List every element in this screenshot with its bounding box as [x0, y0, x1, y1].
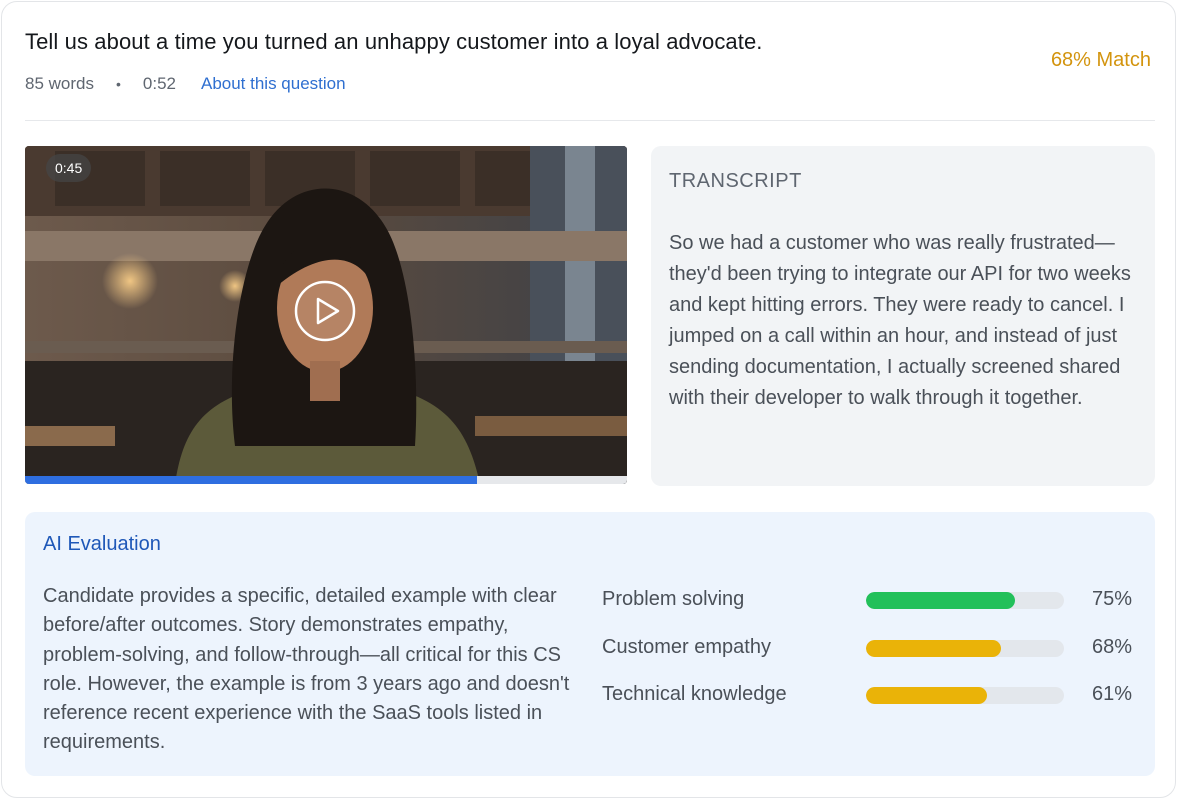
metric-percent: 68%: [1091, 636, 1132, 658]
metric-bar-track: [866, 592, 1064, 609]
transcript-panel: TRANSCRIPT So we had a customer who was …: [651, 146, 1155, 486]
video-timestamp: 0:45: [46, 154, 92, 182]
metric-bar-fill: [866, 592, 1015, 609]
metric-name: Technical knowledge: [602, 683, 787, 705]
metric-percent: 75%: [1091, 588, 1132, 610]
metric-bar-track: [866, 640, 1064, 657]
metric-bar-fill: [866, 640, 1001, 657]
word-count: 85 words: [25, 74, 94, 93]
answer-duration: 0:52: [142, 74, 176, 93]
evaluation-summary: Candidate provides a specific, detailed …: [43, 585, 570, 754]
metric-problem-solving: Problem solving 75%: [602, 585, 1132, 615]
match-score: 68% Match: [1050, 49, 1151, 71]
meta-separator: •: [115, 76, 121, 92]
transcript-label: TRANSCRIPT: [669, 170, 802, 192]
question-title: Tell us about a time you turned an unhap…: [25, 29, 763, 54]
metric-bar-track: [866, 687, 1064, 704]
video-player[interactable]: 0:45: [25, 146, 627, 484]
video-progress-fill: [25, 476, 477, 484]
question-card: Tell us about a time you turned an unhap…: [1, 1, 1176, 798]
about-question-link[interactable]: About this question: [201, 74, 346, 94]
transcript-text: So we had a customer who was really frus…: [669, 232, 1131, 409]
play-button[interactable]: [294, 280, 356, 342]
play-icon: [294, 280, 356, 342]
question-meta: 85 words • 0:52 About this question: [25, 74, 346, 94]
metric-customer-empathy: Customer empathy 68%: [602, 633, 1132, 663]
video-progress-track[interactable]: [25, 476, 627, 484]
metric-name: Customer empathy: [602, 636, 771, 658]
metric-percent: 61%: [1091, 683, 1132, 705]
metric-bar-fill: [866, 687, 987, 704]
metric-name: Problem solving: [602, 588, 745, 610]
metric-technical-knowledge: Technical knowledge 61%: [602, 680, 1132, 710]
evaluation-title: AI Evaluation: [43, 533, 161, 555]
header-divider: [25, 120, 1155, 121]
ai-evaluation-panel: AI Evaluation Candidate provides a speci…: [25, 512, 1155, 776]
